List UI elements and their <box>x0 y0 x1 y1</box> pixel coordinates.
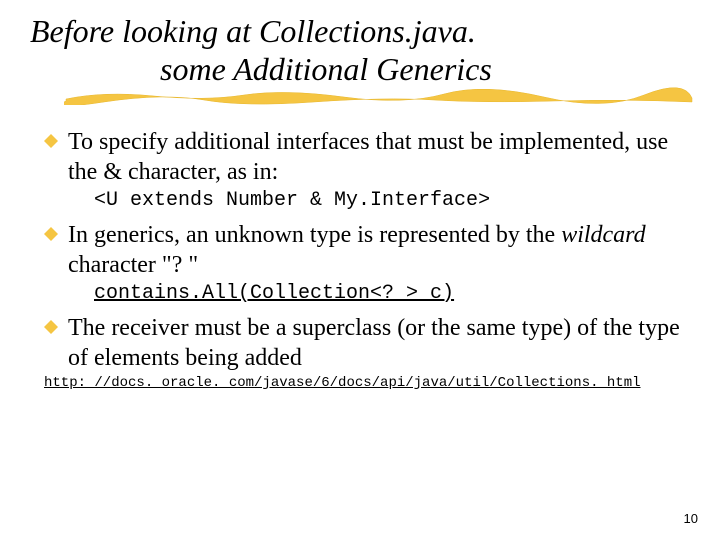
bullet-2-wildcard: wildcard <box>561 222 645 248</box>
bullet-1: To specify additional interfaces that mu… <box>44 127 684 187</box>
bullet-2: In generics, an unknown type is represen… <box>44 220 684 280</box>
bullet-3: The receiver must be a superclass (or th… <box>44 313 684 373</box>
reference-url[interactable]: http: //docs. oracle. com/javase/6/docs/… <box>44 375 684 391</box>
bullet-2-text-post: character "? " <box>68 252 198 278</box>
content-area: To specify additional interfaces that mu… <box>30 127 690 391</box>
diamond-bullet-icon <box>44 134 58 148</box>
title-line-1: Before looking at Collections.java. <box>30 12 690 50</box>
diamond-bullet-icon <box>44 320 58 334</box>
title-line-2: some Additional Generics <box>30 50 690 88</box>
diamond-bullet-icon <box>44 227 58 241</box>
bullet-1-text: To specify additional interfaces that mu… <box>68 129 668 185</box>
code-example-1: <U extends Number & My.Interface> <box>44 189 684 212</box>
bullet-2-text-pre: In generics, an unknown type is represen… <box>68 222 561 248</box>
slide-title: Before looking at Collections.java. some… <box>30 12 690 89</box>
highlight-underline <box>64 87 690 101</box>
bullet-3-text: The receiver must be a superclass (or th… <box>68 315 680 371</box>
page-number: 10 <box>684 511 698 526</box>
code-example-2: contains.All(Collection<? > c) <box>44 282 684 305</box>
